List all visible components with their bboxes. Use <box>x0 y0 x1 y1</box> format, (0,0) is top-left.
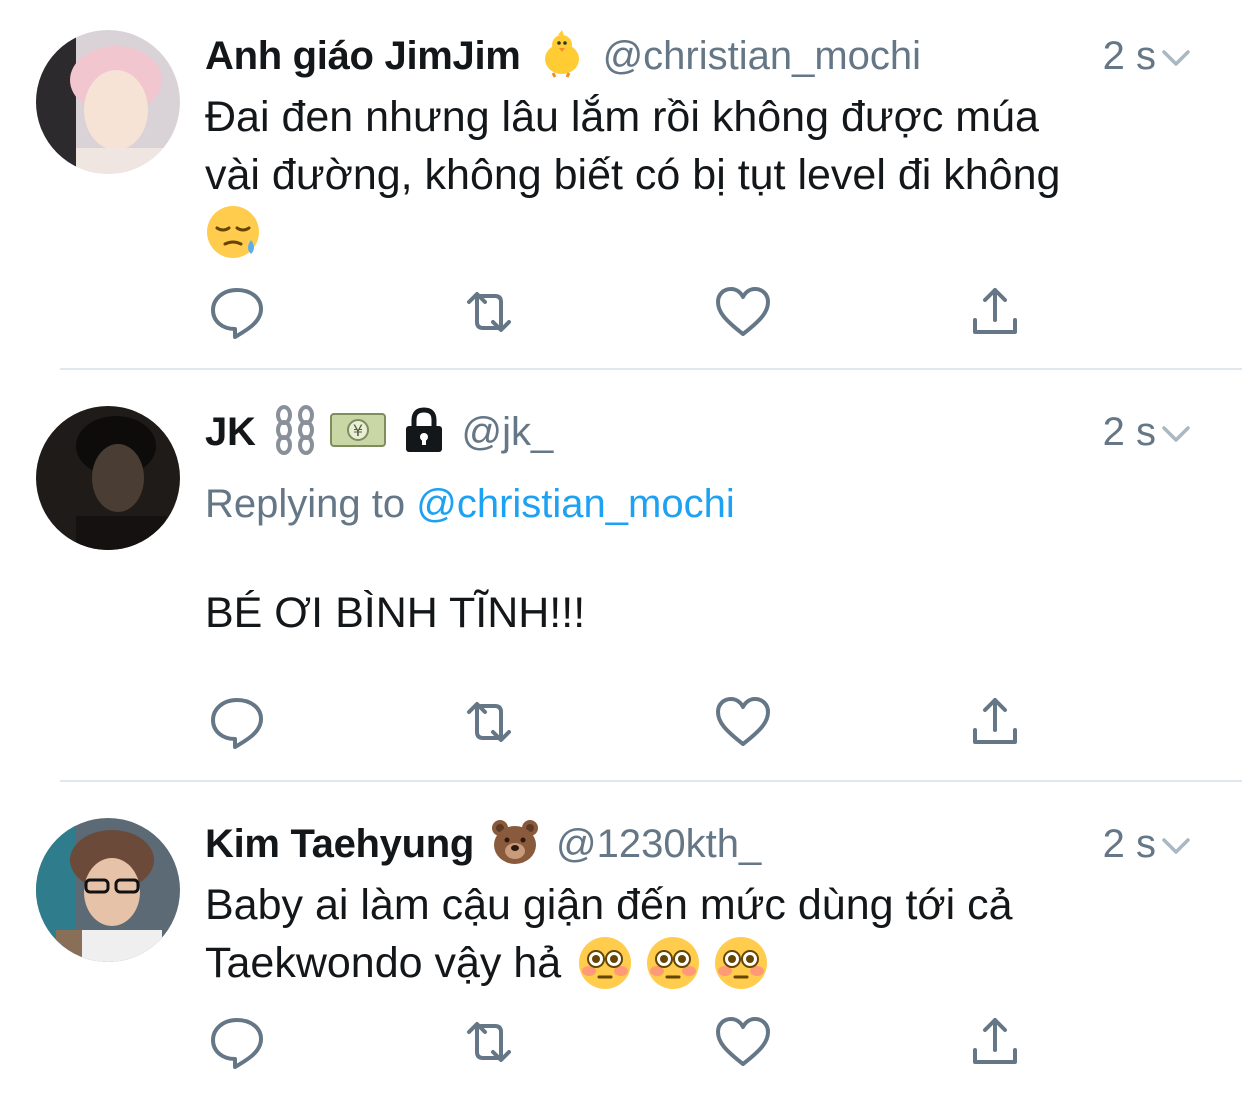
tweet-text: BÉ ƠI BÌNH TĨNH!!! <box>205 589 586 637</box>
lock-emoji <box>402 406 446 459</box>
retweet-icon[interactable] <box>459 692 519 752</box>
chevron-down-icon[interactable] <box>1158 30 1194 86</box>
like-icon[interactable] <box>713 1012 773 1072</box>
avatar[interactable] <box>36 30 180 174</box>
share-icon[interactable] <box>965 692 1025 752</box>
handle[interactable]: @jk_ <box>462 410 554 455</box>
chick-emoji <box>537 29 587 84</box>
share-icon[interactable] <box>965 1012 1025 1072</box>
mention-link[interactable]: @christian_mochi <box>416 482 735 526</box>
display-name[interactable]: JK <box>205 410 256 455</box>
tweet-2[interactable]: JK ¥ @jk_ 2 s Replying to @christian_moc… <box>0 370 1242 780</box>
svg-text:¥: ¥ <box>352 421 362 440</box>
like-icon[interactable] <box>713 282 773 342</box>
tweet-actions <box>205 282 1035 342</box>
avatar[interactable] <box>36 406 180 550</box>
flushed-face-emoji <box>645 935 701 991</box>
timestamp: 2 s <box>1102 822 1156 866</box>
yen-banknote-emoji: ¥ <box>329 410 386 455</box>
replying-to: Replying to @christian_mochi <box>205 482 735 526</box>
timestamp: 2 s <box>1102 410 1156 454</box>
bear-face-emoji <box>490 818 540 871</box>
display-name[interactable]: Kim Taehyung <box>205 822 474 867</box>
handle[interactable]: @christian_mochi <box>603 34 922 79</box>
tweet-3[interactable]: Kim Taehyung @1230kth_ 2 s Baby ai làm c… <box>0 782 1242 1099</box>
chains-emoji <box>272 404 318 460</box>
sleepy-face-emoji <box>205 206 261 270</box>
retweet-icon[interactable] <box>459 1012 519 1072</box>
display-name[interactable]: Anh giáo JimJim <box>205 34 521 79</box>
tweet-actions <box>205 692 1035 752</box>
avatar[interactable] <box>36 818 180 962</box>
chevron-down-icon[interactable] <box>1158 406 1194 462</box>
chevron-down-icon[interactable] <box>1158 818 1194 874</box>
share-icon[interactable] <box>965 282 1025 342</box>
flushed-face-emoji <box>713 935 769 991</box>
tweet-text: Baby ai làm cậu giận đến mức dùng tới cả… <box>205 876 1205 992</box>
retweet-icon[interactable] <box>459 282 519 342</box>
reply-icon[interactable] <box>207 1012 267 1072</box>
tweet-text: Đai đen nhưng lâu lắm rồi không được múa… <box>205 88 1205 264</box>
tweet-actions <box>205 1012 1035 1072</box>
reply-icon[interactable] <box>207 282 267 342</box>
timestamp: 2 s <box>1102 34 1156 78</box>
tweet-1[interactable]: Anh giáo JimJim @christian_mochi 2 s Đai… <box>0 0 1242 368</box>
like-icon[interactable] <box>713 692 773 752</box>
handle[interactable]: @1230kth_ <box>556 822 761 867</box>
reply-icon[interactable] <box>207 692 267 752</box>
flushed-face-emoji <box>577 935 633 991</box>
